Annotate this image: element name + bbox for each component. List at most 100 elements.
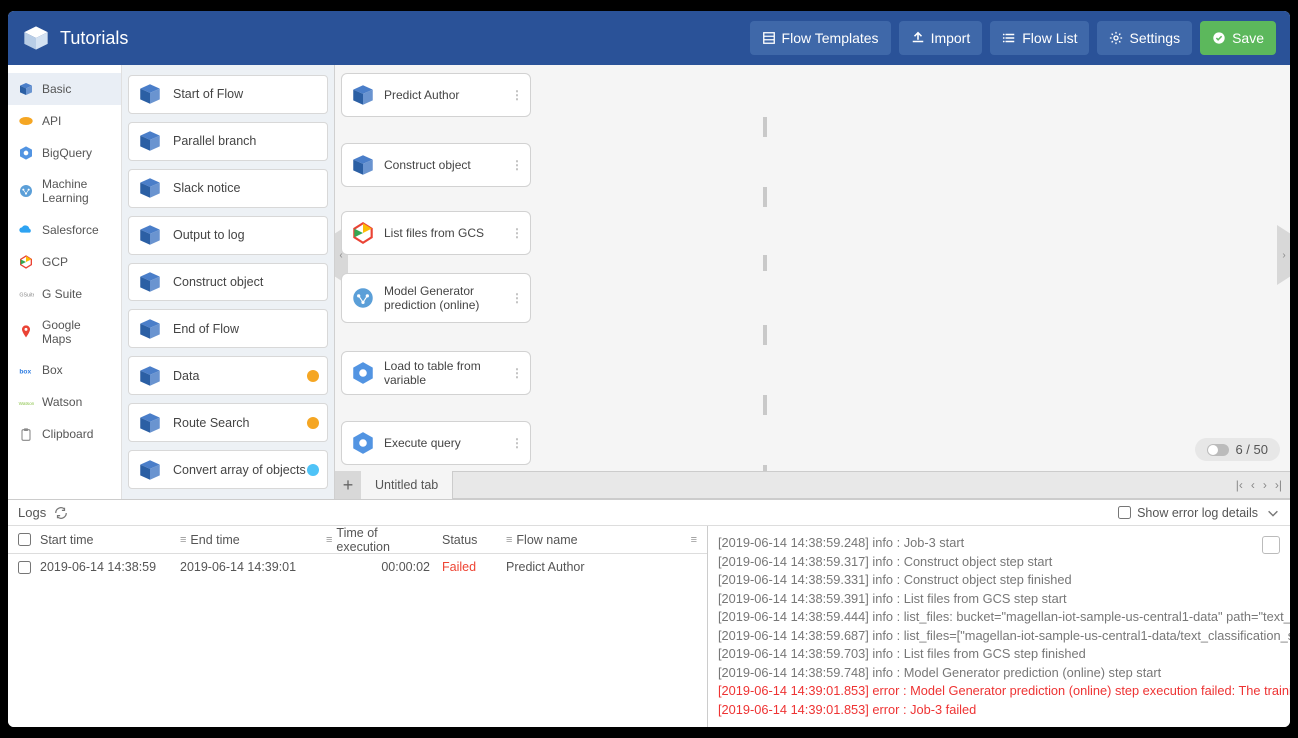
node-label: Predict Author [384,88,503,102]
connector [763,465,767,471]
palette-block[interactable]: Construct object [128,263,328,302]
flow-node[interactable]: Model Generator prediction (online) ⋮ [341,273,531,323]
connector [763,187,767,207]
log-row[interactable]: 2019-06-14 14:38:59 2019-06-14 14:39:01 … [8,554,707,580]
palette-block[interactable]: Convert array of objects [128,450,328,489]
flow-node[interactable]: List files from GCS ⋮ [341,211,531,255]
block-badge [307,464,319,476]
block-label: Start of Flow [173,87,243,101]
row-checkbox[interactable] [18,561,31,574]
select-all-checkbox[interactable] [18,533,31,546]
category-item-clipboard[interactable]: Clipboard [8,419,121,451]
cloud-blue-icon [18,222,34,238]
category-item-bigquery[interactable]: BigQuery [8,137,121,169]
counter-toggle[interactable] [1207,444,1229,456]
box-blue-icon [137,316,163,342]
connector [763,117,767,137]
flow-node[interactable]: Predict Author ⋮ [341,73,531,117]
flow-node[interactable]: Load to table from variable⋮ [341,351,531,395]
log-line: [2019-06-14 14:38:59.248] info : Job-3 s… [718,534,1280,553]
tab-nav: |‹ ‹ › ›| [1228,478,1290,492]
filter-icon: ≡ [180,534,186,546]
tab-nav-last[interactable]: ›| [1275,478,1282,492]
clipboard-icon [18,427,34,443]
palette-block[interactable]: Parallel branch [128,122,328,161]
category-item-gcp[interactable]: GCP [8,246,121,278]
node-menu-icon[interactable]: ⋮ [511,436,522,450]
col-status[interactable]: Status [436,533,500,547]
block-label: Slack notice [173,181,240,195]
node-label: List files from GCS [384,226,503,240]
category-item-watson[interactable]: WatsonWatson [8,387,121,419]
col-end[interactable]: ≡End time [174,533,320,547]
block-palette: Start of Flow Parallel branch Slack notice… [122,65,335,499]
box-blue-icon [137,175,163,201]
palette-block[interactable]: Start of Flow [128,75,328,114]
filter-icon: ≡ [326,534,332,546]
cell-flow: Predict Author [500,560,703,574]
ml-icon [18,183,34,199]
palette-block[interactable]: Output to log [128,216,328,255]
list-icon [1002,31,1016,45]
show-error-toggle[interactable]: Show error log details [1118,506,1258,520]
flow-templates-button[interactable]: Flow Templates [750,21,891,55]
add-tab-button[interactable]: + [335,471,361,499]
node-menu-icon[interactable]: ⋮ [511,158,522,172]
palette-block[interactable]: End of Flow [128,309,328,348]
category-item-g-suite[interactable]: GSuiteG Suite [8,278,121,310]
show-error-checkbox[interactable] [1118,506,1131,519]
settings-button[interactable]: Settings [1097,21,1192,55]
box-blue-icon [137,363,163,389]
import-button[interactable]: Import [899,21,983,55]
palette-block[interactable]: Slack notice [128,169,328,208]
node-menu-icon[interactable]: ⋮ [511,88,522,102]
node-menu-icon[interactable]: ⋮ [511,226,522,240]
category-item-salesforce[interactable]: Salesforce [8,214,121,246]
filter-icon: ≡ [691,534,697,546]
flow-node[interactable]: Construct object⋮ [341,143,531,187]
log-table: Start time ≡End time ≡Time of execution … [8,526,708,727]
refresh-icon[interactable] [54,506,68,520]
log-line: [2019-06-14 14:39:01.853] error : Model … [718,682,1280,701]
cell-status: Failed [436,560,500,574]
tab-nav-next[interactable]: › [1263,478,1267,492]
flow-node[interactable]: Execute query⋮ [341,421,531,465]
connector [763,255,767,271]
chevron-down-icon[interactable] [1266,506,1280,520]
node-menu-icon[interactable]: ⋮ [511,366,522,380]
flow-list-label: Flow List [1022,30,1077,46]
category-item-api[interactable]: API [8,105,121,137]
log-body: Start time ≡End time ≡Time of execution … [8,526,1290,727]
box-blue-icon [137,269,163,295]
log-line: [2019-06-14 14:38:59.331] info : Constru… [718,571,1280,590]
palette-block[interactable]: Data [128,356,328,395]
node-menu-icon[interactable]: ⋮ [511,291,522,305]
save-button[interactable]: Save [1200,21,1276,55]
collapse-right-handle[interactable]: › [1277,225,1290,285]
log-line: [2019-06-14 14:38:59.444] info : list_fi… [718,608,1280,627]
category-label: Salesforce [42,223,99,237]
col-start[interactable]: Start time [34,533,174,547]
log-line: [2019-06-14 14:38:59.687] info : list_fi… [718,627,1280,646]
node-label: Model Generator prediction (online) [384,284,503,313]
category-item-machine-learning[interactable]: Machine Learning [8,169,121,214]
box-blue-icon [137,81,163,107]
bq-blue-icon [18,145,34,161]
tab-nav-prev[interactable]: ‹ [1251,478,1255,492]
show-error-label: Show error log details [1137,506,1258,520]
col-exec[interactable]: ≡Time of execution [320,526,436,554]
tab-nav-first[interactable]: |‹ [1236,478,1243,492]
category-label: Basic [42,82,71,96]
palette-block[interactable]: Route Search [128,403,328,442]
flow-list-button[interactable]: Flow List [990,21,1089,55]
category-item-box[interactable]: boxBox [8,355,121,387]
connector [763,325,767,345]
flow-canvas[interactable]: ‹ › 6 / 50 Predict Author⋮Construct obje… [335,65,1290,471]
category-item-basic[interactable]: Basic [8,73,121,105]
category-item-google-maps[interactable]: Google Maps [8,310,121,355]
tab-untitled[interactable]: Untitled tab [361,471,453,499]
col-flow[interactable]: ≡Flow name≡ [500,533,703,547]
gsuite-icon: GSuite [18,286,34,302]
block-label: Parallel branch [173,134,256,148]
copy-icon[interactable] [1262,536,1280,554]
